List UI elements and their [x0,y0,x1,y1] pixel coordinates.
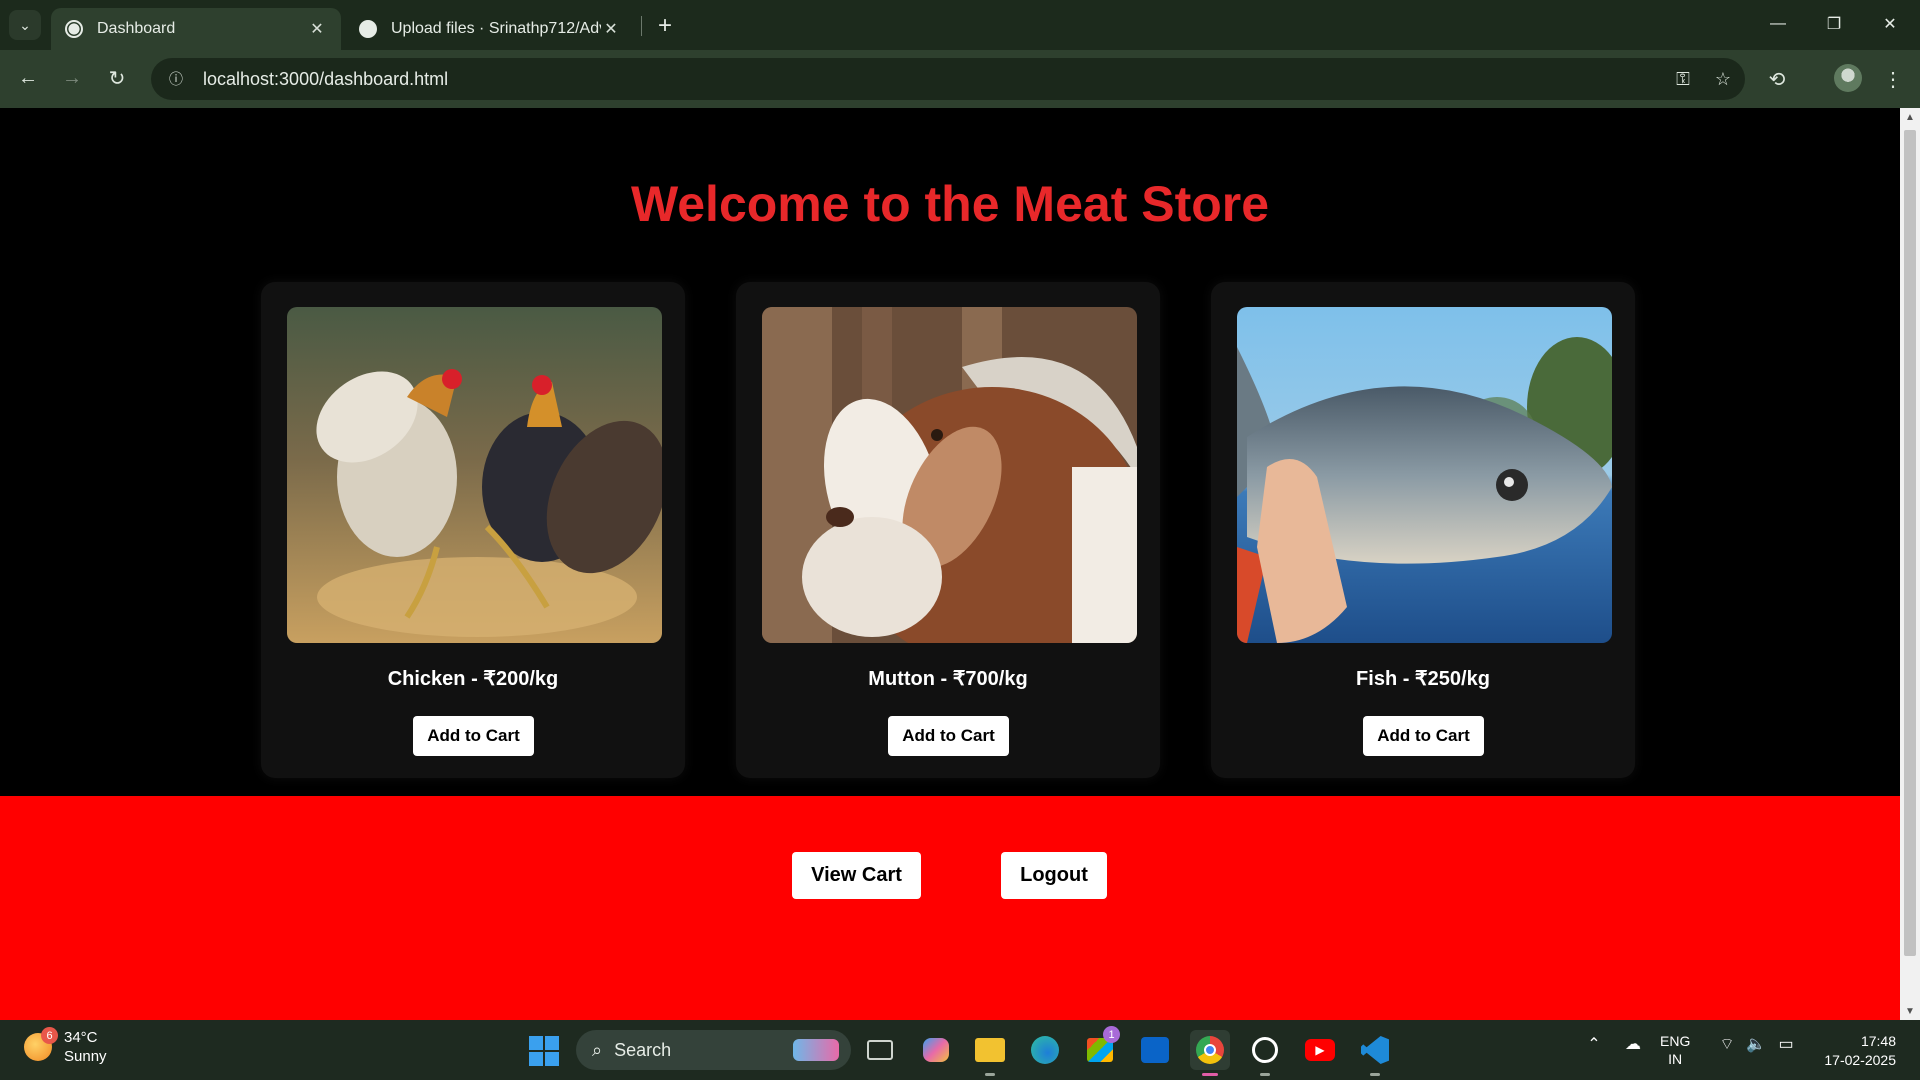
fish-illustration [1237,307,1612,643]
add-to-cart-button-mutton[interactable]: Add to Cart [888,716,1009,756]
running-indicator [1370,1073,1380,1076]
language-code: ENG [1660,1033,1691,1049]
task-view-icon[interactable] [860,1030,900,1070]
file-explorer-icon[interactable] [970,1030,1010,1076]
scrollbar-thumb[interactable] [1904,130,1916,956]
minimize-button[interactable]: — [1750,0,1806,48]
rooster-photo [287,307,662,643]
history-icon[interactable]: ⟲ [1760,62,1794,96]
close-window-button[interactable]: ✕ [1862,0,1918,48]
outlook-icon[interactable] [1135,1030,1175,1070]
clock-date: 17-02-2025 [1824,1052,1896,1068]
view-cart-button[interactable]: View Cart [792,852,921,899]
running-indicator [1260,1073,1270,1076]
address-bar[interactable]: ⓘ localhost:3000/dashboard.html ⚿ ☆ [151,58,1745,100]
product-name: Mutton - ₹700/kg [868,668,1028,690]
globe-icon [65,20,83,38]
profile-avatar[interactable] [1834,64,1862,92]
tab-strip: ⌄ Dashboard ✕ Upload files · Srinathp712… [0,0,1920,50]
chevron-up-icon[interactable]: ⌃ [1584,1034,1604,1054]
menu-icon[interactable]: ⋮ [1876,62,1910,96]
edge-icon[interactable] [1025,1030,1065,1070]
vscode-icon[interactable] [1355,1030,1395,1076]
password-key-icon[interactable]: ⚿ [1665,61,1701,97]
url-text[interactable]: localhost:3000/dashboard.html [203,69,1665,90]
microsoft-store-icon[interactable]: 1 [1080,1026,1120,1070]
reload-button[interactable]: ↻ [101,62,133,94]
site-info-icon[interactable]: ⓘ [163,66,189,92]
tab-divider [641,16,642,36]
footer-bar: View Cart Logout [0,796,1900,1020]
tab-title: Dashboard [97,20,176,37]
taskbar-search[interactable]: ⌕ Search [576,1030,851,1070]
forward-button[interactable]: → [56,62,88,94]
close-tab-icon[interactable]: ✕ [601,19,621,39]
restore-button[interactable]: ❐ [1806,0,1862,48]
weather-temp: 34°C [64,1029,98,1046]
windows-logo-pane [545,1036,559,1050]
scroll-down-arrow-icon[interactable]: ▼ [1900,1002,1920,1020]
windows-logo-pane [529,1052,543,1066]
github-icon [359,20,377,38]
scroll-up-arrow-icon[interactable]: ▲ [1900,108,1920,126]
goat-photo [762,307,1137,643]
chatgpt-icon[interactable] [1245,1030,1285,1076]
product-name: Fish - ₹250/kg [1356,668,1490,690]
fish-photo [1237,307,1612,643]
weather-condition: Sunny [64,1048,107,1065]
running-indicator [985,1073,995,1076]
wifi-icon[interactable]: ⌔ [1715,1034,1739,1054]
region-code: IN [1668,1051,1683,1067]
search-placeholder: Search [614,1039,672,1060]
search-highlight-icon [793,1039,839,1061]
add-to-cart-button-chicken[interactable]: Add to Cart [413,716,534,756]
browser-toolbar: ← → ↻ ⓘ localhost:3000/dashboard.html ⚿ … [0,50,1920,108]
rooster-illustration [287,307,662,643]
search-icon: ⌕ [592,1039,603,1060]
logout-button[interactable]: Logout [1001,852,1107,899]
active-indicator [1202,1073,1218,1076]
store-notification-badge: 1 [1103,1026,1120,1043]
volume-icon[interactable]: 🔈 [1744,1034,1768,1054]
clock-time: 17:48 [1860,1033,1896,1049]
windows-taskbar: 6 34°C Sunny ⌕ Search 1 ▶ ⌃ ☁ ENG IN ⌔ 🔈… [0,1020,1920,1080]
product-card-fish: Fish - ₹250/kg Add to Cart [1211,282,1635,778]
clock[interactable]: 17:48 17-02-2025 [1812,1032,1896,1070]
back-button[interactable]: ← [12,62,44,94]
new-tab-button[interactable]: + [651,12,679,40]
battery-icon[interactable]: ▭ [1774,1034,1798,1054]
page-title: Welcome to the Meat Store [630,176,1270,232]
tab-search-button[interactable]: ⌄ [9,10,41,40]
close-tab-icon[interactable]: ✕ [307,19,327,39]
page-scrollbar[interactable]: ▲ ▼ [1900,108,1920,1020]
start-button[interactable] [529,1036,559,1066]
tab-github-upload[interactable]: Upload files · Srinathp712/Adva ✕ [345,8,635,50]
sun-icon: 6 [24,1027,58,1061]
weather-badge: 6 [41,1027,58,1044]
product-card-mutton: Mutton - ₹700/kg Add to Cart [736,282,1160,778]
windows-logo-pane [529,1036,543,1050]
product-card-chicken: Chicken - ₹200/kg Add to Cart [261,282,685,778]
windows-logo-pane [545,1052,559,1066]
tab-title: Upload files · Srinathp712/Adva [391,20,601,37]
youtube-icon[interactable]: ▶ [1300,1030,1340,1070]
copilot-icon[interactable] [916,1030,956,1070]
add-to-cart-button-fish[interactable]: Add to Cart [1363,716,1484,756]
goat-illustration [762,307,1137,643]
weather-widget[interactable]: 6 34°C Sunny [24,1027,107,1066]
product-name: Chicken - ₹200/kg [387,668,559,690]
bookmark-star-icon[interactable]: ☆ [1705,61,1741,97]
page-content: Welcome to the Meat Store Chicken - ₹200… [0,108,1900,1020]
tab-dashboard[interactable]: Dashboard ✕ [51,8,341,50]
onedrive-icon[interactable]: ☁ [1620,1034,1646,1054]
chrome-icon[interactable] [1190,1030,1230,1076]
language-indicator[interactable]: ENG IN [1660,1032,1690,1068]
